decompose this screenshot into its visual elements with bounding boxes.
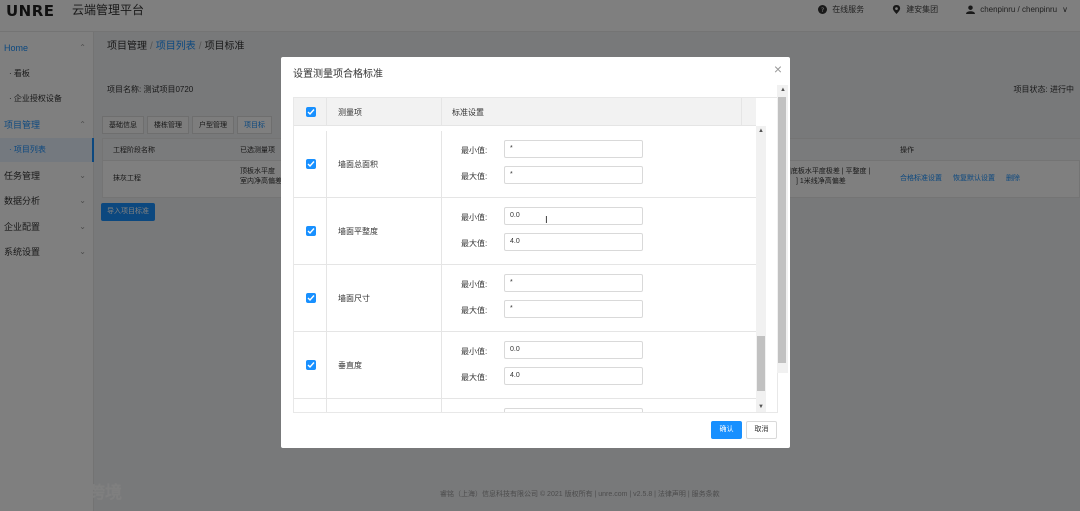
column-divider [326,399,327,412]
close-icon[interactable]: × [774,61,782,77]
column-divider [441,332,442,399]
min-label: 最小值: [461,347,488,356]
column-divider [326,332,327,399]
min-value-input[interactable]: 0.0 [504,207,643,225]
min-value-input[interactable] [504,408,643,412]
column-divider [441,399,442,412]
column-divider [441,198,442,265]
scroll-up-arrow-icon[interactable]: ▲ [780,87,786,93]
checkmark-icon [307,362,315,369]
column-divider [441,98,442,126]
row-checkbox[interactable] [306,159,316,169]
min-label: 最小值: [461,146,488,155]
column-divider [441,131,442,198]
measurement-table-header: 测量项 标准设置 [294,98,756,126]
inner-scrollbar[interactable]: ▲ ▼ [756,126,766,412]
min-value-input[interactable]: * [504,140,643,158]
column-divider [741,98,742,126]
measurement-row: 墙面平整度 最小值: 0.0 最大值: 4.0 [294,198,756,265]
min-label: 最小值: [461,280,488,289]
scroll-down-arrow-icon[interactable]: ▼ [758,404,764,410]
max-label: 最大值: [461,172,488,181]
row-checkbox[interactable] [306,226,316,236]
min-value-input[interactable]: 0.0 [504,341,643,359]
text-cursor-icon: I [545,215,548,226]
measurement-name: 墙面尺寸 [338,294,370,303]
checkmark-icon [307,109,315,116]
max-value-input[interactable]: 4.0 [504,367,643,385]
measurement-row-partial [294,399,756,412]
min-label: 最小值: [461,213,488,222]
modal-title: 设置测量项合格标准 [293,69,383,80]
standard-settings-modal: 设置测量项合格标准 × 测量项 标准设置 墙面总面积 最小值: * 最大值: * [281,57,790,448]
column-divider [326,131,327,198]
max-label: 最大值: [461,306,488,315]
max-label: 最大值: [461,239,488,248]
column-divider [326,98,327,126]
column-divider [326,265,327,332]
max-value-input[interactable]: * [504,300,643,318]
measurement-row: 垂直度 最小值: 0.0 最大值: 4.0 [294,332,756,399]
column-divider [441,265,442,332]
select-all-checkbox[interactable] [306,107,316,117]
measurement-row: 墙面尺寸 最小值: * 最大值: * [294,265,756,332]
row-checkbox[interactable] [306,293,316,303]
column-header-item: 测量项 [338,108,362,117]
measurement-table: 测量项 标准设置 墙面总面积 最小值: * 最大值: * 墙面平整度 最小值: … [293,97,778,413]
measurement-name: 墙面总面积 [338,160,378,169]
column-header-standard: 标准设置 [452,108,484,117]
measurement-row: 墙面总面积 最小值: * 最大值: * [294,131,756,198]
outer-scroll-thumb[interactable] [778,97,786,363]
scroll-up-arrow-icon[interactable]: ▲ [758,128,764,134]
measurement-name: 垂直度 [338,361,362,370]
outer-scrollbar[interactable]: ▲ [777,85,788,373]
checkmark-icon [307,295,315,302]
checkmark-icon [307,161,315,168]
checkmark-icon [307,228,315,235]
measurement-name: 墙面平整度 [338,227,378,236]
inner-scroll-thumb[interactable] [757,336,765,391]
cancel-button[interactable]: 取消 [746,421,777,439]
min-value-input[interactable]: * [504,274,643,292]
max-label: 最大值: [461,373,488,382]
confirm-button[interactable]: 确认 [711,421,742,439]
column-divider [326,198,327,265]
max-value-input[interactable]: * [504,166,643,184]
row-checkbox[interactable] [306,360,316,370]
max-value-input[interactable]: 4.0 [504,233,643,251]
